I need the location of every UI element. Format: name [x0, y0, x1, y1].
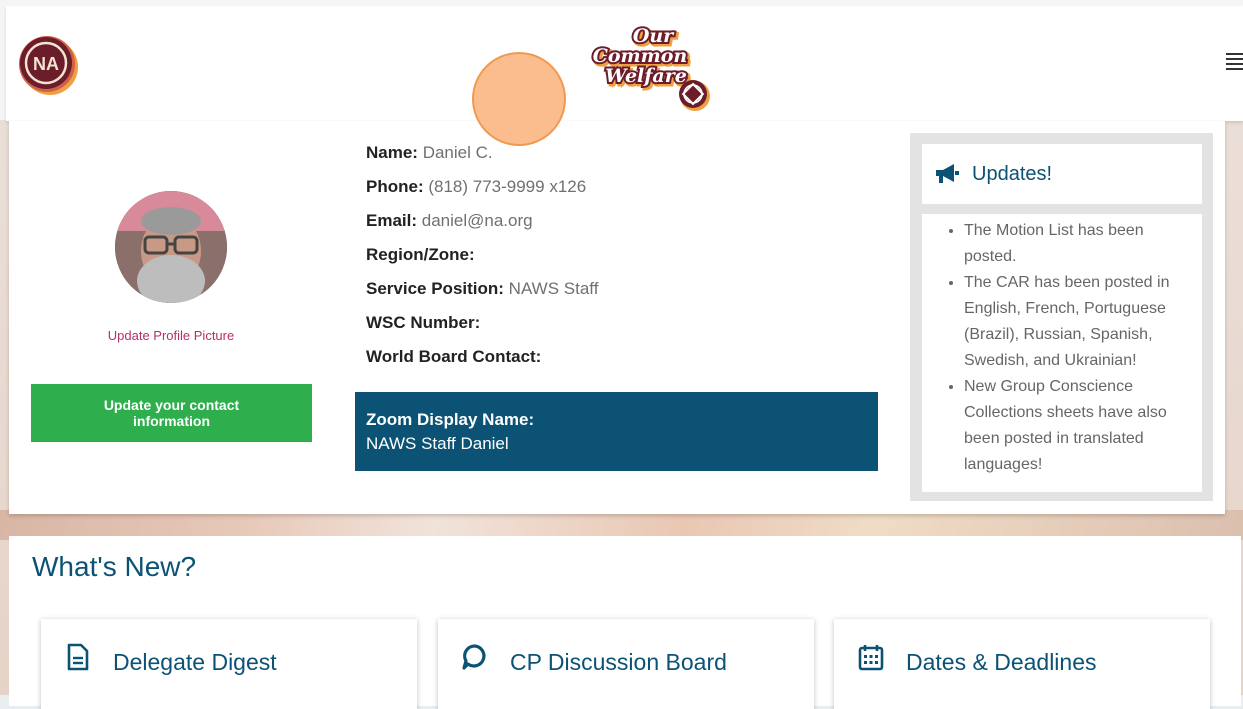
profile-info: Name: Daniel C. Phone: (818) 773-9999 x1… — [366, 143, 886, 381]
zoom-value: NAWS Staff Daniel — [366, 434, 509, 453]
logo-line-2: Common — [593, 45, 688, 67]
update-item: The CAR has been posted in English, Fren… — [964, 270, 1194, 374]
update-contact-button-label: Update your contact information — [103, 397, 240, 429]
card-label: Dates & Deadlines — [906, 649, 1097, 675]
update-item: The Motion List has been posted. — [964, 218, 1194, 270]
touch-indicator — [472, 52, 566, 146]
our-common-welfare-logo[interactable]: Our Our Common Common Welfare Welfare — [582, 16, 722, 114]
whats-new-title: What's New? — [32, 551, 197, 582]
menu-icon[interactable] — [1226, 53, 1243, 73]
updates-list: The Motion List has been posted. The CAR… — [922, 214, 1202, 492]
field-phone: Phone: (818) 773-9999 x126 — [366, 177, 587, 196]
card-dates-deadlines[interactable]: Dates & Deadlines — [834, 619, 1210, 709]
field-region-zone: Region/Zone: — [366, 245, 475, 264]
chat-bubble-icon — [462, 644, 486, 670]
field-email: Email: daniel@na.org — [366, 211, 533, 230]
na-logo[interactable]: NA — [16, 33, 80, 97]
logo-line-1: Our — [633, 25, 675, 47]
profile-avatar — [115, 191, 227, 303]
site-header: NA Our Our Common Common Welfare Welfare — [6, 6, 1243, 121]
update-item: New Group Conscience Collections sheets … — [964, 374, 1194, 478]
card-label: Delegate Digest — [113, 649, 277, 675]
update-profile-picture-link[interactable]: Update Profile Picture — [30, 328, 312, 343]
card-delegate-digest[interactable]: Delegate Digest — [41, 619, 417, 709]
zoom-display-name-box: Zoom Display Name: NAWS Staff Daniel — [355, 392, 878, 471]
logo-line-3: Welfare — [605, 65, 687, 87]
field-wsc-number: WSC Number: — [366, 313, 481, 332]
document-icon — [67, 643, 89, 671]
card-label: CP Discussion Board — [510, 649, 727, 675]
field-name: Name: Daniel C. — [366, 143, 493, 162]
na-diamond-seal — [679, 80, 710, 111]
field-world-board-contact: World Board Contact: — [366, 347, 542, 366]
updates-title: Updates! — [972, 162, 1053, 185]
calendar-icon — [858, 645, 884, 671]
na-logo-text: NA — [33, 54, 59, 74]
field-service-position: Service Position: NAWS Staff — [366, 279, 599, 298]
zoom-label: Zoom Display Name: — [366, 410, 535, 429]
card-cp-discussion-board[interactable]: CP Discussion Board — [438, 619, 814, 709]
updates-header: Updates! — [922, 144, 1202, 204]
update-contact-button[interactable]: Update your contact information — [31, 384, 312, 442]
megaphone-icon — [936, 164, 959, 183]
